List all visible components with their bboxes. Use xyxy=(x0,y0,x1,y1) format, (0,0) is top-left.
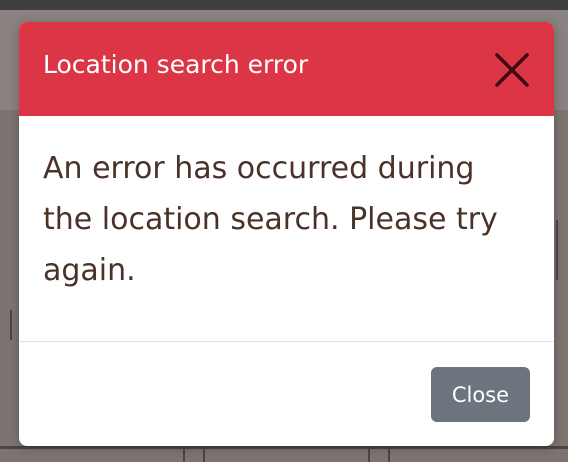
error-modal: Location search error An error has occur… xyxy=(19,22,554,446)
backdrop-divider xyxy=(368,446,370,462)
close-button[interactable]: Close xyxy=(431,367,530,422)
backdrop-divider xyxy=(0,446,568,449)
modal-header: Location search error xyxy=(19,22,554,116)
modal-footer-divider xyxy=(19,341,554,342)
backdrop-divider xyxy=(10,310,12,340)
modal-title: Location search error xyxy=(43,50,309,79)
backdrop-divider xyxy=(183,446,185,462)
close-icon[interactable] xyxy=(492,50,532,90)
backdrop-divider xyxy=(203,446,205,462)
modal-body: An error has occurred during the locatio… xyxy=(19,116,554,341)
backdrop-divider xyxy=(556,220,558,280)
backdrop-divider xyxy=(388,446,390,462)
backdrop-topbar xyxy=(0,0,568,10)
modal-message: An error has occurred during the locatio… xyxy=(43,151,498,288)
